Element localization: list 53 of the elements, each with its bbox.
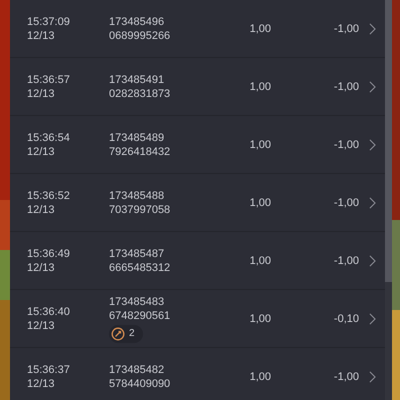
time-text: 15:36:37 <box>27 362 71 376</box>
result-amount: -1,00 <box>332 138 359 150</box>
result-amount: -1,00 <box>332 196 359 208</box>
round-code: 7926418432 <box>109 144 172 158</box>
badge-count: 2 <box>129 326 135 340</box>
result-amount: -1,00 <box>332 370 359 382</box>
result-amount: -0,10 <box>332 312 359 324</box>
time-text: 15:36:57 <box>27 72 71 86</box>
chevron-icon <box>369 138 376 150</box>
time-text: 15:36:40 <box>27 304 71 318</box>
round-code: 0689995266 <box>109 28 172 42</box>
order-id: 173485487 <box>109 246 166 260</box>
round-code: 6665485312 <box>109 260 172 274</box>
order-id: 173485496 <box>109 14 166 28</box>
scrollbar-thumb[interactable] <box>385 0 392 282</box>
chevron-icon <box>369 312 376 324</box>
date-text: 12/13 <box>27 260 56 274</box>
chevron-icon <box>369 80 376 92</box>
bet-amount: 1,00 <box>248 254 271 266</box>
date-text: 12/13 <box>27 318 56 332</box>
bet-amount: 1,00 <box>248 80 271 92</box>
date-text: 12/13 <box>27 376 56 390</box>
compass-icon <box>111 326 125 340</box>
chevron-icon <box>369 370 376 382</box>
order-id: 173485482 <box>109 362 166 376</box>
bet-amount: 1,00 <box>248 196 271 208</box>
chevron-icon <box>369 22 376 34</box>
date-text: 12/13 <box>27 144 56 158</box>
round-code: 7037997058 <box>109 202 172 216</box>
result-amount: -1,00 <box>332 22 359 34</box>
bet-amount: 1,00 <box>248 312 271 324</box>
date-text: 12/13 <box>27 28 56 42</box>
result-amount: -1,00 <box>332 80 359 92</box>
time-text: 15:36:49 <box>27 246 71 260</box>
date-text: 12/13 <box>27 202 56 216</box>
round-code: 6748290561 <box>109 308 172 322</box>
order-id: 173485488 <box>109 188 166 202</box>
round-code: 5784409090 <box>109 376 172 390</box>
date-text: 12/13 <box>27 86 56 100</box>
history-row[interactable]: 15:36:40 12/13 173485483 6748290561 2 1,00 -0,10 <box>10 290 385 348</box>
order-id: 173485483 <box>109 294 166 308</box>
time-text: 15:37:09 <box>27 14 71 28</box>
time-text: 15:36:54 <box>27 130 71 144</box>
round-code: 0282831873 <box>109 86 172 100</box>
chevron-icon <box>369 196 376 208</box>
chevron-icon <box>369 254 376 266</box>
order-id: 173485489 <box>109 130 166 144</box>
bet-amount: 1,00 <box>248 22 271 34</box>
bet-amount: 1,00 <box>248 138 271 150</box>
time-text: 15:36:52 <box>27 188 71 202</box>
result-amount: -1,00 <box>332 254 359 266</box>
bet-amount: 1,00 <box>248 370 271 382</box>
order-id: 173485491 <box>109 72 166 86</box>
